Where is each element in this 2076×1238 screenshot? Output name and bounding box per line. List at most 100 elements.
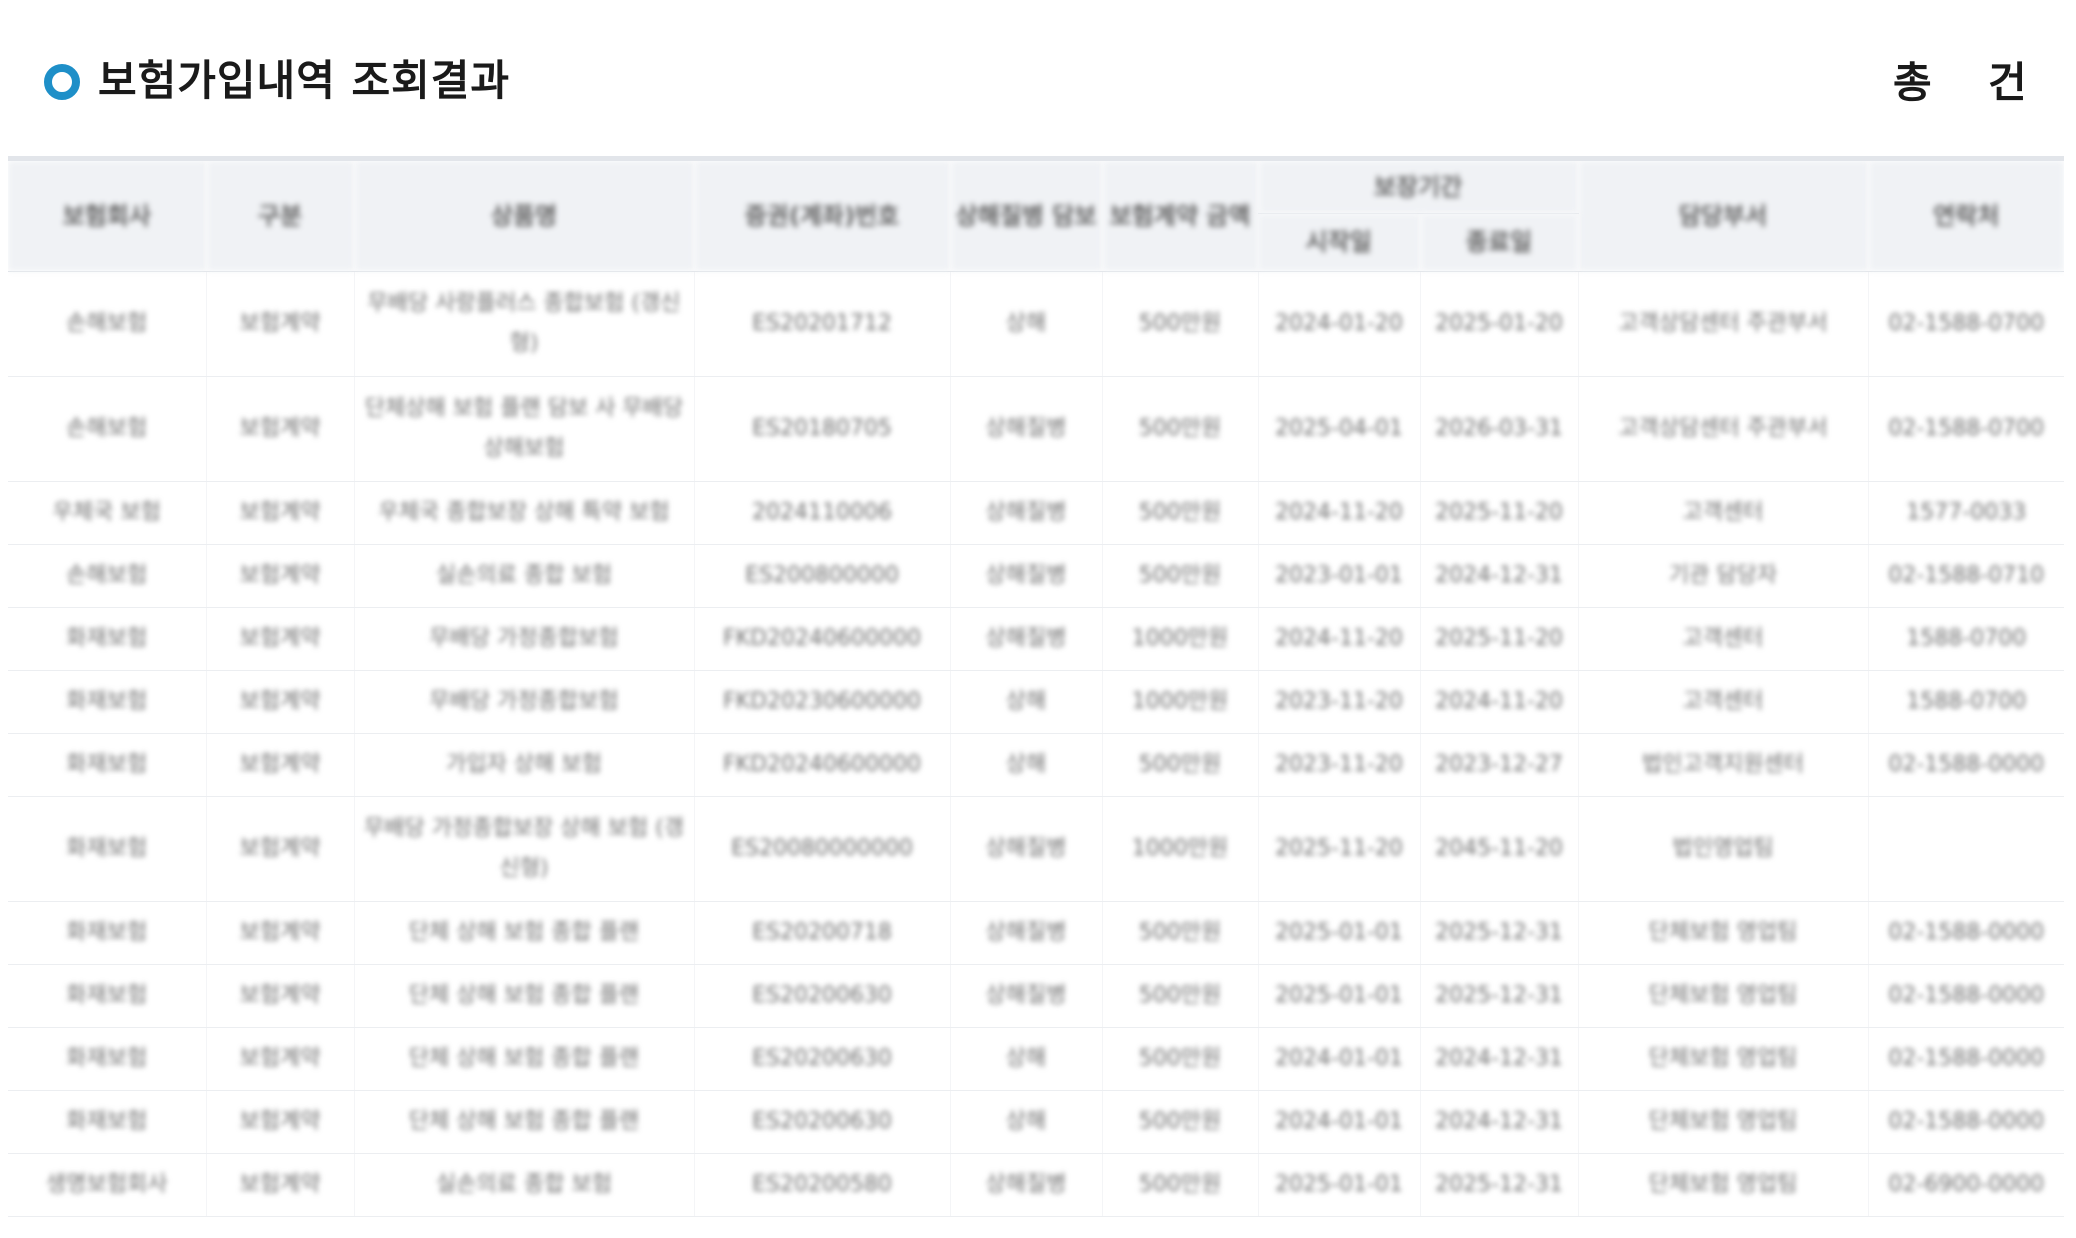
table-cell: 2023-11-20	[1257, 670, 1420, 734]
table-cell: FKD20240600000	[693, 733, 950, 797]
insurance-results-table: 보험회사 구분 상품명 증권(계좌)번호 상해질병 담보 보험계약 금액 보장기…	[8, 161, 2064, 1217]
table-cell: 화재보험	[8, 1027, 206, 1091]
table-row: 화재보험 보험계약 단체 상해 보험 종합 플랜 ES20200718 상해질병 500만…	[8, 901, 2064, 965]
table-cell: 2025-04-01	[1257, 376, 1420, 482]
table-cell: ES20200630	[693, 1027, 950, 1091]
table-cell: 보험계약	[205, 271, 354, 377]
table-cell: 2024-12-31	[1419, 544, 1579, 608]
column-header: 담당부서	[1577, 161, 1869, 272]
table-cell: 500만원	[1101, 481, 1258, 545]
table-row: 우체국 보험 보험계약 우체국 종합보장 상해 특약 보험 2024110006 상해질…	[8, 481, 2064, 545]
table-cell: 2024-12-31	[1419, 1027, 1579, 1091]
table-cell: 보험계약	[205, 901, 354, 965]
table-cell: 고객상담센터 주관부서	[1577, 271, 1869, 377]
table-row: 손해보험 보험계약 단체상해 보험 플랜 담보 사 무배당 상해보험 ES201807…	[8, 376, 2064, 482]
table-cell: 법인영업팀	[1577, 796, 1869, 902]
table-cell: 2025-01-01	[1257, 901, 1420, 965]
table-cell: 무배당 가정종합보장 상해 보험 (갱신형)	[353, 796, 694, 902]
table-cell: 2025-12-31	[1419, 964, 1579, 1028]
page-title: 보험가입내역 조회결과	[98, 56, 511, 105]
table-cell: 2024-01-01	[1257, 1027, 1420, 1091]
table-cell: 02-6900-0000	[1867, 1153, 2064, 1217]
table-cell: 2025-12-31	[1419, 901, 1579, 965]
table-cell	[1867, 796, 2064, 902]
table-cell: 단체보험 영업팀	[1577, 1153, 1869, 1217]
table-cell: 2024-12-31	[1419, 1090, 1579, 1154]
column-header-group: 보장기간	[1257, 161, 1579, 214]
table-cell: 단체 상해 보험 종합 플랜	[353, 901, 694, 965]
table-cell: 02-1588-0700	[1867, 271, 2064, 377]
table-cell: 화재보험	[8, 964, 206, 1028]
table-row: 화재보험 보험계약 단체 상해 보험 종합 플랜 ES20200630 상해 500만원 2…	[8, 1027, 2064, 1091]
table-cell: 화재보험	[8, 607, 206, 671]
table-cell: 상해	[949, 271, 1102, 377]
table-row: 화재보험 보험계약 무배당 가정종합보장 상해 보험 (갱신형) ES20080000…	[8, 796, 2064, 902]
table-cell: FKD20230600000	[693, 670, 950, 734]
column-header: 연락처	[1867, 161, 2064, 272]
table-row: 화재보험 보험계약 가입자 상해 보험 FKD20240600000 상해 500만원 20…	[8, 733, 2064, 797]
table-cell: 500만원	[1101, 271, 1258, 377]
table-cell: 2025-01-20	[1419, 271, 1579, 377]
table-cell: 고객센터	[1577, 481, 1869, 545]
table-cell: 상해	[949, 1090, 1102, 1154]
table-row: 화재보험 보험계약 단체 상해 보험 종합 플랜 ES20200630 상해질병 500만…	[8, 964, 2064, 1028]
table-cell: 고객센터	[1577, 670, 1869, 734]
table-cell: 상해	[949, 1027, 1102, 1091]
table-row: 손해보험 보험계약 실손의료 종합 보험 ES200800000 상해질병 500만원 20…	[8, 544, 2064, 608]
column-header: 상품명	[353, 161, 694, 272]
table-cell: 보험계약	[205, 733, 354, 797]
table-cell: 2025-12-31	[1419, 1153, 1579, 1217]
table-cell: 2025-11-20	[1257, 796, 1420, 902]
table-cell: 2025-01-01	[1257, 1153, 1420, 1217]
table-cell: ES20201712	[693, 271, 950, 377]
table-cell: 1577-0033	[1867, 481, 2064, 545]
table-cell: 2024-11-20	[1419, 670, 1579, 734]
table-cell: 실손의료 종합 보험	[353, 544, 694, 608]
table-cell: 우체국 보험	[8, 481, 206, 545]
count-unit: 건	[1988, 58, 2027, 107]
table-row: 화재보험 보험계약 단체 상해 보험 종합 플랜 ES20200630 상해 500만원 2…	[8, 1090, 2064, 1154]
table-cell: 2024-11-20	[1257, 481, 1420, 545]
table-cell: 2025-01-01	[1257, 964, 1420, 1028]
table-cell: 2026-03-31	[1419, 376, 1579, 482]
table-row: 손해보험 보험계약 무배당 사랑플러스 종합보험 (갱신형) ES20201712 상해…	[8, 271, 2064, 377]
table-cell: 화재보험	[8, 670, 206, 734]
table-cell: 상해질병	[949, 796, 1102, 902]
table-cell: 상해질병	[949, 1153, 1102, 1217]
table-cell: 단체보험 영업팀	[1577, 901, 1869, 965]
column-header: 보험회사	[8, 161, 206, 272]
table-cell: 500만원	[1101, 544, 1258, 608]
table-cell: 1000만원	[1101, 796, 1258, 902]
table-cell: 기관 담당자	[1577, 544, 1869, 608]
table-cell: ES200800000	[693, 544, 950, 608]
table-cell: 고객상담센터 주관부서	[1577, 376, 1869, 482]
table-cell: 보험계약	[205, 1027, 354, 1091]
table-body: 손해보험 보험계약 무배당 사랑플러스 종합보험 (갱신형) ES20201712 상해…	[8, 271, 2064, 1217]
table-cell: 보험계약	[205, 796, 354, 902]
table-cell: 02-1588-0000	[1867, 1027, 2064, 1091]
table-cell: 단체보험 영업팀	[1577, 1027, 1869, 1091]
results-table-container: 보험회사 구분 상품명 증권(계좌)번호 상해질병 담보 보험계약 금액 보장기…	[8, 156, 2064, 1238]
table-cell: 단체보험 영업팀	[1577, 1090, 1869, 1154]
table-cell: 단체 상해 보험 종합 플랜	[353, 964, 694, 1028]
table-cell: ES20180705	[693, 376, 950, 482]
column-header: 구분	[205, 161, 354, 272]
table-row: 화재보험 보험계약 무배당 가정종합보험 FKD20230600000 상해 1000만원…	[8, 670, 2064, 734]
table-cell: ES20080000000	[693, 796, 950, 902]
table-cell: 무배당 가정종합보험	[353, 607, 694, 671]
table-cell: 단체상해 보험 플랜 담보 사 무배당 상해보험	[353, 376, 694, 482]
circle-bullet-icon	[44, 64, 80, 100]
table-cell: 상해	[949, 733, 1102, 797]
table-cell: 02-1588-0710	[1867, 544, 2064, 608]
table-cell: 2023-01-01	[1257, 544, 1420, 608]
table-cell: 보험계약	[205, 544, 354, 608]
table-cell: ES20200630	[693, 1090, 950, 1154]
column-header: 보험계약 금액	[1101, 161, 1258, 272]
table-cell: 1000만원	[1101, 607, 1258, 671]
table-row: 생명보험회사 보험계약 실손의료 종합 보험 ES20200580 상해질병 500만원 2…	[8, 1153, 2064, 1217]
table-cell: 1000만원	[1101, 670, 1258, 734]
table-cell: 보험계약	[205, 481, 354, 545]
table-cell: 500만원	[1101, 964, 1258, 1028]
table-cell: 2025-11-20	[1419, 607, 1579, 671]
table-cell: 2045-11-20	[1419, 796, 1579, 902]
